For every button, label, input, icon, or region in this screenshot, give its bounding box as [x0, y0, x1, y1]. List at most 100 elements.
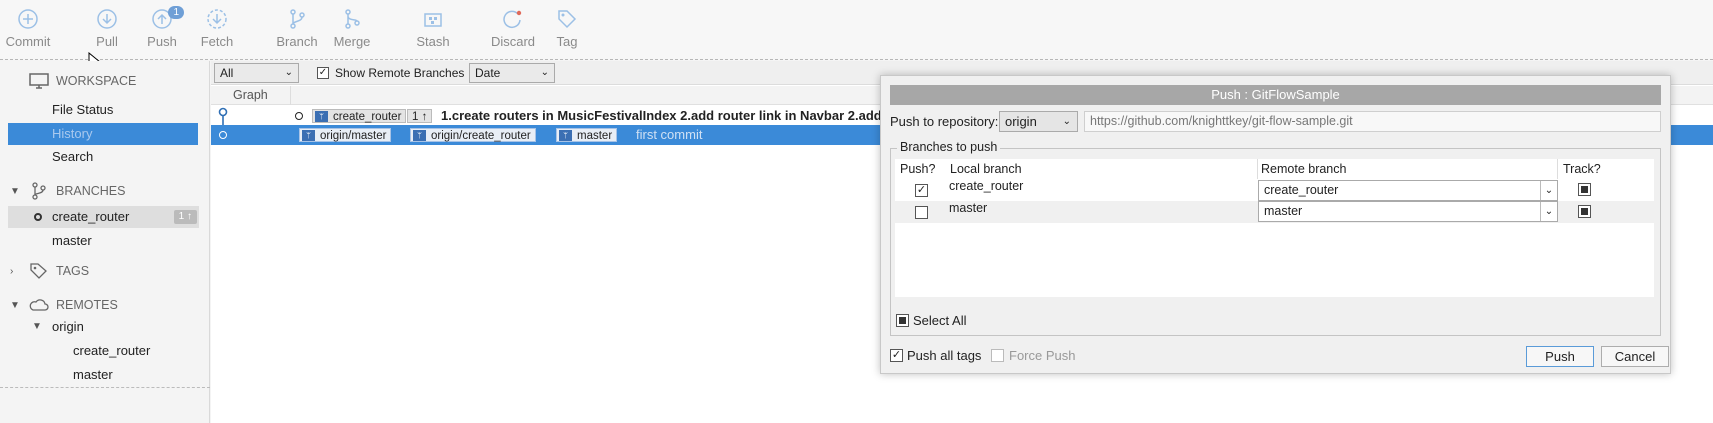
force-push-label: Force Push: [1009, 348, 1076, 363]
remotes-label: REMOTES: [56, 298, 118, 312]
commit-icon: [18, 9, 38, 29]
push-label: Push: [147, 34, 177, 49]
push-checkbox[interactable]: ✓: [915, 184, 928, 197]
push-button[interactable]: Push: [1526, 346, 1594, 367]
stash-icon: [424, 13, 442, 27]
force-push-checkbox[interactable]: [991, 349, 1004, 362]
dialog-title: Push : GitFlowSample: [890, 85, 1661, 105]
push-checkbox[interactable]: [915, 206, 928, 219]
sidebar-item-file-status[interactable]: File Status: [8, 99, 198, 121]
tags-header[interactable]: › TAGS: [0, 259, 210, 283]
fetch-label: Fetch: [200, 34, 234, 49]
sidebar-item-search[interactable]: Search: [8, 146, 198, 168]
branches-header[interactable]: ▼ BRANCHES: [0, 179, 210, 203]
branch-label: Branch: [276, 34, 318, 49]
chevron-down-icon: ⌄: [1540, 181, 1557, 200]
pull-icon: [97, 9, 117, 29]
ahead-badge: 1 ↑: [407, 109, 433, 123]
select-all-label: Select All: [913, 313, 967, 328]
branch-icon: [32, 182, 46, 200]
fetch-icon: [207, 9, 227, 29]
remotes-header[interactable]: ▼ REMOTES: [0, 293, 210, 317]
show-remote-branches-checkbox[interactable]: ✓ Show Remote Branches: [317, 63, 464, 83]
commit-message: first commit: [636, 127, 703, 142]
workspace-header: WORKSPACE: [0, 69, 210, 93]
discard-icon: [503, 10, 522, 29]
remote-branch-value: master: [1264, 204, 1303, 218]
branches-to-push-label: Branches to push: [897, 140, 1001, 154]
branch-icon: [290, 9, 305, 29]
monitor-icon: [29, 73, 49, 89]
order-select[interactable]: Date Order ⌄: [469, 63, 555, 98]
repository-url-field: https://github.com/knighttkey/git-flow-s…: [1084, 111, 1661, 132]
merge-label: Merge: [333, 34, 371, 49]
remote-branch-combo[interactable]: master ⌄: [1258, 201, 1558, 222]
col-push-header: Push?: [900, 162, 936, 176]
chevron-down-icon: ⌄: [284, 67, 293, 78]
chevron-down-icon: ⌄: [1062, 116, 1071, 127]
merge-icon: [345, 9, 360, 29]
stash-label: Stash: [416, 34, 450, 49]
select-all-checkbox[interactable]: [896, 314, 909, 327]
push-all-tags-checkbox[interactable]: ✓: [890, 349, 903, 362]
current-branch-icon: [295, 112, 303, 120]
branch-ref-tag: ᛘ master: [556, 128, 618, 142]
remote-ref-tag: ᛘ origin/create_router: [410, 128, 536, 142]
chevron-right-icon: ›: [10, 265, 14, 277]
tag-icon: [30, 263, 47, 279]
table-row: master master ⌄: [895, 201, 1654, 223]
table-row: ✓ create_router create_router ⌄: [895, 179, 1654, 201]
push-button[interactable]: 1 Push: [134, 6, 190, 49]
toolbar: Commit Pull 1 Push Fetch Branch Merge St…: [0, 0, 1713, 70]
merge-button[interactable]: Merge: [324, 8, 380, 49]
pull-button[interactable]: Pull: [79, 8, 135, 49]
cancel-button[interactable]: Cancel: [1601, 346, 1669, 367]
branch-icon: ᛘ: [559, 130, 572, 141]
branches-label: BRANCHES: [56, 184, 126, 198]
fetch-button[interactable]: Fetch: [189, 8, 245, 49]
track-checkbox[interactable]: [1578, 183, 1591, 196]
branch-filter-select[interactable]: All Branches ⌄: [214, 63, 299, 98]
sidebar-remote-branch-master[interactable]: master: [8, 364, 198, 386]
push-dialog: Push : GitFlowSample Push to repository:…: [880, 75, 1671, 374]
remote-branch-value: create_router: [1264, 183, 1339, 197]
chevron-down-icon: ⌄: [1540, 202, 1557, 221]
commit-message: 1.create routers in MusicFestivalIndex 2…: [441, 108, 903, 123]
remote-branch-combo[interactable]: create_router ⌄: [1258, 180, 1558, 201]
sidebar: WORKSPACE File Status History Search ▼ B…: [0, 61, 210, 423]
branch-icon: ᛘ: [413, 130, 426, 141]
repository-value: origin: [1005, 114, 1037, 129]
branch-icon: ᛘ: [315, 111, 328, 122]
chevron-down-icon: ▼: [32, 321, 42, 332]
push-to-label: Push to repository:: [890, 114, 999, 129]
branches-to-push-group: Branches to push Push? Local branch Remo…: [890, 140, 1661, 336]
branch-button[interactable]: Branch: [269, 8, 325, 49]
sidebar-remote-origin[interactable]: ▼ origin: [8, 316, 198, 338]
discard-button[interactable]: Discard: [485, 8, 541, 49]
local-branch-name: create_router: [949, 179, 1024, 193]
commit-label: Commit: [5, 34, 51, 49]
sidebar-branch-create-router[interactable]: create_router 1 ↑: [8, 206, 199, 228]
col-remote-header: Remote branch: [1261, 162, 1347, 176]
tags-label: TAGS: [56, 264, 90, 278]
track-checkbox[interactable]: [1578, 205, 1591, 218]
push-all-tags-label: Push all tags: [907, 348, 982, 363]
push-count-badge: 1: [168, 6, 184, 19]
tag-button[interactable]: Tag: [539, 8, 595, 49]
tag-label: Tag: [556, 34, 578, 49]
branch-name: create_router: [52, 209, 130, 224]
branch-ref-tag: ᛘ create_router: [312, 109, 407, 123]
commit-button[interactable]: Commit: [0, 8, 56, 49]
chevron-down-icon: ▼: [10, 299, 20, 311]
sidebar-branch-master[interactable]: master: [8, 230, 198, 252]
tag-icon: [558, 10, 577, 29]
stash-button[interactable]: Stash: [405, 8, 461, 49]
divider: [0, 387, 210, 388]
branches-table: Push? Local branch Remote branch Track? …: [895, 159, 1654, 297]
sidebar-remote-branch-create-router[interactable]: create_router: [8, 340, 198, 362]
sidebar-item-history[interactable]: History: [8, 123, 198, 145]
graph-col-label: Graph: [233, 88, 268, 102]
chevron-down-icon: ▼: [10, 185, 20, 197]
repository-select[interactable]: origin ⌄: [999, 111, 1078, 132]
cloud-icon: [29, 299, 49, 311]
